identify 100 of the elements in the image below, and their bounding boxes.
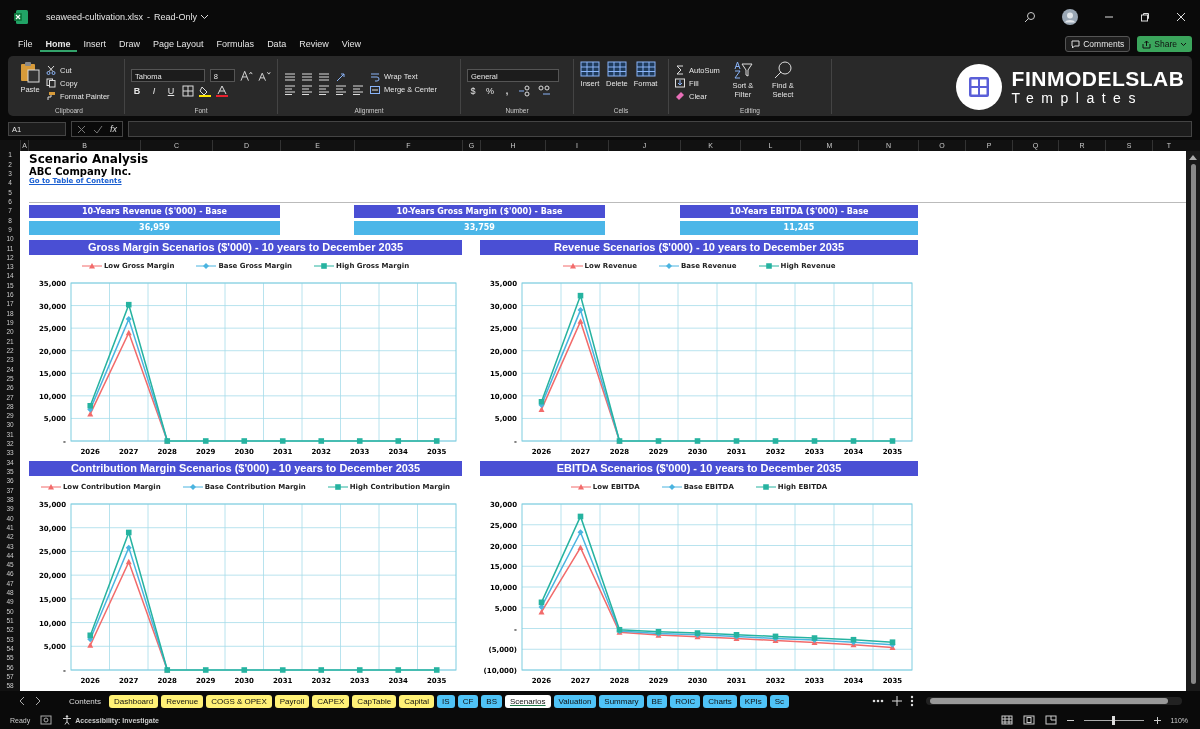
restore-icon[interactable] [1140,12,1150,22]
sheet-tab[interactable]: CAPEX [312,694,350,708]
horizontal-align-icon[interactable] [352,84,364,95]
menu-tab[interactable]: Page Layout [147,36,210,52]
scroll-up-icon[interactable] [1189,154,1197,160]
vertical-scrollbar[interactable] [1190,164,1196,684]
menu-tab[interactable]: Home [39,36,77,52]
sheet-tab[interactable]: Summary [599,694,644,708]
add-sheet-icon[interactable] [892,696,902,706]
horizontal-scrollbar[interactable] [926,697,1182,705]
chevron-icon [200,14,210,20]
horizontal-align-icon[interactable] [301,84,313,95]
sheet-tab[interactable]: BE [646,694,668,708]
sheet-tab[interactable]: Sc [769,694,790,708]
legend-marker-icon [327,483,348,491]
sheet-tab[interactable]: CapTable [352,694,397,708]
menu-tab[interactable]: Formulas [210,36,261,52]
italic-button[interactable]: I [148,86,160,96]
horizontal-align-icon[interactable] [335,84,347,95]
wrap-icon [370,71,380,82]
sheet-tab[interactable]: Dashboard [109,694,159,708]
menu-tab[interactable]: View [335,36,367,52]
search-icon[interactable] [1024,11,1036,23]
sheet-tab[interactable]: ROIC [670,694,701,708]
menu-tab[interactable]: Review [293,36,335,52]
fill-color-icon[interactable] [199,85,211,97]
copy-icon [46,78,56,88]
share-button[interactable]: Share [1137,36,1192,52]
font-color-icon[interactable] [216,85,228,97]
sheet-tab[interactable]: Payroll [274,694,310,708]
data-point [125,544,132,551]
zoom-in-icon[interactable] [1153,716,1161,724]
options-icon[interactable] [910,695,914,707]
percent-button[interactable]: % [484,86,496,96]
macro-icon[interactable] [40,715,53,725]
sheet-tab[interactable]: Contents [64,694,107,708]
decrease-decimal-icon[interactable] [537,85,551,97]
sheet-tab[interactable]: Valuation [553,694,597,708]
data-point [202,667,209,673]
sheet-tab[interactable]: COGS & OPEX [206,694,272,708]
logo-name: FINMODELSLAB [1011,67,1185,90]
vertical-align-icon[interactable] [301,71,313,82]
more-icon[interactable] [872,699,884,703]
menu-tab[interactable]: Data [261,36,293,52]
insert-function-button[interactable]: fx [110,124,117,134]
sigma-icon [675,65,685,75]
page-layout-icon[interactable] [1022,715,1035,725]
cancel-icon[interactable] [77,124,86,134]
logo-icon [955,63,1002,110]
data-point [655,438,662,444]
formula-input[interactable] [128,121,1192,137]
page-break-icon[interactable] [1044,715,1057,725]
sheet-tab[interactable]: Scenarios [505,694,551,708]
search-icon [772,61,793,79]
legend-marker-icon [81,262,102,270]
data-point [694,438,701,444]
company-name: ABC Company Inc. [29,166,133,177]
menu-tab[interactable]: Draw [113,36,147,52]
eraser-icon [675,91,685,101]
sheet-tab[interactable]: KPIs [739,694,767,708]
sheet-tab[interactable]: Charts [703,694,737,708]
comma-button[interactable]: , [501,86,513,96]
currency-button[interactable]: $ [467,86,479,96]
grow-font-icon[interactable] [239,69,253,82]
check-icon[interactable] [93,124,103,134]
data-point [241,667,248,673]
sheet-tab[interactable]: CF [457,694,479,708]
menu-tab[interactable]: File [12,36,39,52]
shrink-font-icon[interactable] [257,69,271,82]
menu-tab[interactable]: Insert [77,36,113,52]
accessibility-icon [62,715,73,725]
kpi-label: 10-Years Gross Margin ($'000) - Base [354,205,605,218]
data-point [125,329,132,336]
legend-marker-icon [658,262,679,270]
vertical-align-icon[interactable] [284,71,296,82]
data-point [577,318,584,324]
chevron-icon [1180,41,1187,47]
close-icon[interactable] [1176,12,1186,22]
next-sheet-icon[interactable] [34,696,42,706]
table-icon [580,61,600,77]
horizontal-align-icon[interactable] [284,84,296,95]
bold-button[interactable]: B [131,86,143,96]
previous-sheet-icon[interactable] [18,696,26,706]
sheet-tab[interactable]: Revenue [161,694,204,708]
read-only-dropdown[interactable]: Read-Only [154,12,210,22]
table-icon [635,61,656,77]
share-icon [1142,39,1152,49]
increase-decimal-icon[interactable] [518,85,532,97]
sheet-tab[interactable]: IS [437,694,455,708]
borders-icon[interactable] [182,85,194,97]
comments-button[interactable]: Comments [1065,36,1131,52]
horizontal-align-icon[interactable] [318,84,330,95]
sheet-tab[interactable]: BS [481,694,502,708]
avatar-icon[interactable] [1062,9,1078,25]
sheet-tab[interactable]: Capital [399,694,435,708]
underline-button[interactable]: U [165,86,177,96]
normal-view-icon[interactable] [1000,715,1013,725]
table-icon [606,61,627,77]
data-point [125,529,132,536]
vertical-align-icon[interactable] [318,71,330,82]
